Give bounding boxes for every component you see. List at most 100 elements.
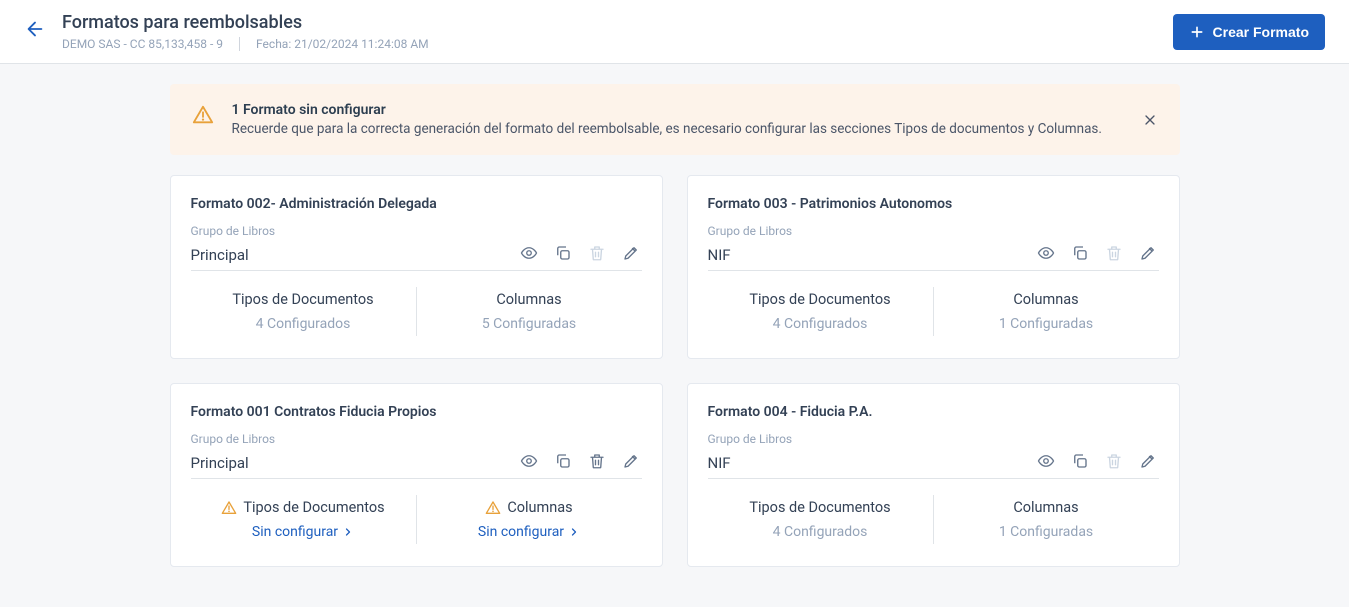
format-card: Formato 003 - Patrimonios Autonomos Grup…	[687, 175, 1180, 359]
page-header: Formatos para reembolsables DEMO SAS - C…	[0, 0, 1349, 64]
company-info: DEMO SAS - CC 85,133,458 - 9	[62, 37, 223, 51]
card-section-tipos: Tipos de Documentos Sin configurar	[191, 495, 416, 544]
chevron-right-icon	[342, 526, 354, 538]
card-value-row: NIF	[708, 242, 1159, 271]
copy-button[interactable]	[552, 242, 574, 264]
card-actions	[1035, 450, 1159, 472]
configure-link[interactable]: Sin configurar	[252, 524, 354, 540]
edit-button[interactable]	[620, 450, 642, 472]
card-section-columnas: Columnas 5 Configuradas	[417, 287, 642, 336]
card-section-tipos: Tipos de Documentos 4 Configurados	[191, 287, 416, 336]
card-sections: Tipos de Documentos 4 Configurados Colum…	[708, 287, 1159, 336]
date-info: Fecha: 21/02/2024 11:24:08 AM	[256, 37, 429, 51]
card-sections: Tipos de Documentos 4 Configurados Colum…	[708, 495, 1159, 544]
card-sections: Tipos de Documentos Sin configurar Colum…	[191, 495, 642, 544]
alert-title: 1 Formato sin configurar	[232, 102, 1124, 118]
card-value-row: Principal	[191, 450, 642, 479]
card-group-label: Grupo de Libros	[708, 224, 1159, 238]
card-actions	[1035, 242, 1159, 264]
section-title: Columnas	[1013, 499, 1078, 516]
section-count: 4 Configurados	[256, 316, 351, 332]
card-section-tipos: Tipos de Documentos 4 Configurados	[708, 495, 933, 544]
view-button[interactable]	[518, 450, 540, 472]
delete-button	[1103, 450, 1125, 472]
card-section-tipos: Tipos de Documentos 4 Configurados	[708, 287, 933, 336]
view-button[interactable]	[1035, 450, 1057, 472]
delete-button[interactable]	[586, 450, 608, 472]
cards-grid: Formato 002- Administración Delegada Gru…	[170, 175, 1180, 567]
format-card: Formato 001 Contratos Fiducia Propios Gr…	[170, 383, 663, 567]
edit-button[interactable]	[1137, 450, 1159, 472]
section-count: 4 Configurados	[773, 316, 868, 332]
warning-icon	[192, 104, 214, 126]
view-button[interactable]	[1035, 242, 1057, 264]
card-value-row: NIF	[708, 450, 1159, 479]
warning-icon	[485, 500, 501, 516]
section-title: Columnas	[1013, 291, 1078, 308]
card-actions	[518, 450, 642, 472]
card-section-columnas: Columnas 1 Configuradas	[934, 287, 1159, 336]
warning-alert: 1 Formato sin configurar Recuerde que pa…	[170, 84, 1180, 155]
chevron-right-icon	[568, 526, 580, 538]
delete-button	[1103, 242, 1125, 264]
page-title: Formatos para reembolsables	[62, 12, 429, 33]
edit-button[interactable]	[1137, 242, 1159, 264]
section-count: 4 Configurados	[773, 524, 868, 540]
view-button[interactable]	[518, 242, 540, 264]
card-title: Formato 001 Contratos Fiducia Propios	[191, 404, 642, 420]
section-title: Columnas	[507, 499, 572, 516]
card-actions	[518, 242, 642, 264]
section-title-row: Tipos de Documentos	[232, 291, 373, 308]
card-title: Formato 004 - Fiducia P.A.	[708, 404, 1159, 420]
card-group-label: Grupo de Libros	[708, 432, 1159, 446]
configure-link[interactable]: Sin configurar	[478, 524, 580, 540]
section-count: 1 Configuradas	[999, 316, 1093, 332]
alert-message: Recuerde que para la correcta generación…	[232, 121, 1124, 137]
section-title: Tipos de Documentos	[232, 291, 373, 308]
card-sections: Tipos de Documentos 4 Configurados Colum…	[191, 287, 642, 336]
section-title: Columnas	[496, 291, 561, 308]
section-title-row: Columnas	[496, 291, 561, 308]
section-title-row: Columnas	[1013, 499, 1078, 516]
header-left: Formatos para reembolsables DEMO SAS - C…	[24, 12, 429, 51]
card-group-value: NIF	[708, 454, 731, 472]
card-section-columnas: Columnas Sin configurar	[417, 495, 642, 544]
card-group-value: Principal	[191, 454, 249, 472]
subtitle-row: DEMO SAS - CC 85,133,458 - 9 Fecha: 21/0…	[62, 37, 429, 51]
section-title: Tipos de Documentos	[749, 499, 890, 516]
copy-button[interactable]	[1069, 242, 1091, 264]
alert-close-button[interactable]	[1142, 112, 1158, 128]
section-title-row: Tipos de Documentos	[749, 291, 890, 308]
create-format-label: Crear Formato	[1213, 24, 1309, 40]
section-title-row: Columnas	[1013, 291, 1078, 308]
alert-body: 1 Formato sin configurar Recuerde que pa…	[232, 102, 1124, 137]
warning-icon	[221, 500, 237, 516]
section-title-row: Tipos de Documentos	[749, 499, 890, 516]
main-content: 1 Formato sin configurar Recuerde que pa…	[170, 64, 1180, 607]
card-group-label: Grupo de Libros	[191, 432, 642, 446]
plus-icon	[1189, 24, 1205, 40]
card-value-row: Principal	[191, 242, 642, 271]
format-card: Formato 002- Administración Delegada Gru…	[170, 175, 663, 359]
section-count: 5 Configuradas	[482, 316, 576, 332]
section-title-row: Tipos de Documentos	[221, 499, 384, 516]
edit-button[interactable]	[620, 242, 642, 264]
copy-button[interactable]	[1069, 450, 1091, 472]
create-format-button[interactable]: Crear Formato	[1173, 14, 1325, 50]
section-title-row: Columnas	[485, 499, 572, 516]
section-title: Tipos de Documentos	[243, 499, 384, 516]
subtitle-divider	[239, 37, 240, 51]
card-section-columnas: Columnas 1 Configuradas	[934, 495, 1159, 544]
back-arrow-icon[interactable]	[24, 12, 46, 40]
delete-button	[586, 242, 608, 264]
card-title: Formato 002- Administración Delegada	[191, 196, 642, 212]
section-title: Tipos de Documentos	[749, 291, 890, 308]
title-block: Formatos para reembolsables DEMO SAS - C…	[62, 12, 429, 51]
section-count: 1 Configuradas	[999, 524, 1093, 540]
copy-button[interactable]	[552, 450, 574, 472]
format-card: Formato 004 - Fiducia P.A. Grupo de Libr…	[687, 383, 1180, 567]
card-group-label: Grupo de Libros	[191, 224, 642, 238]
card-group-value: NIF	[708, 246, 731, 264]
card-group-value: Principal	[191, 246, 249, 264]
card-title: Formato 003 - Patrimonios Autonomos	[708, 196, 1159, 212]
